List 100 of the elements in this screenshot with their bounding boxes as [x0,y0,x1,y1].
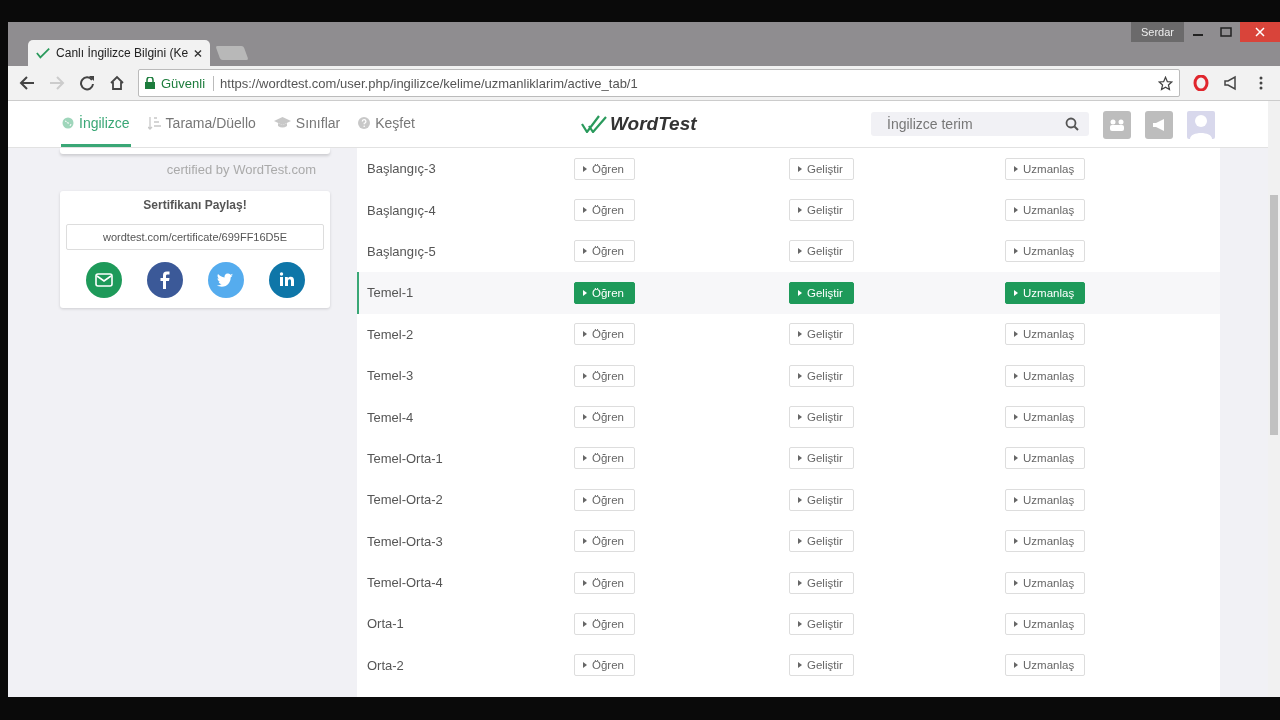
caret-icon [798,662,802,669]
nav-tab[interactable]: Keşfet [357,101,416,147]
level-action-button[interactable]: Geliştir [789,406,854,429]
level-action-button[interactable]: Uzmanlaş [1005,571,1086,594]
level-action-button[interactable]: Öğren [574,613,635,635]
caret-icon [1014,165,1018,172]
security-label: Güvenli [161,75,206,91]
email-share-button[interactable] [85,262,122,298]
level-action-button[interactable]: Öğren [574,281,635,304]
table-row[interactable]: Temel-3 Öğren Geliştir Uzmanlaş [357,354,1220,397]
level-action-button[interactable]: Geliştir [789,323,854,346]
maximize-icon[interactable] [1220,27,1232,37]
level-action-button[interactable]: Uzmanlaş [1005,406,1086,429]
table-row[interactable]: Başlangıç-5 Öğren Geliştir Uzmanlaş [357,230,1220,273]
level-action-button[interactable]: Öğren [574,571,635,594]
level-action-button[interactable]: Uzmanlaş [1005,240,1086,263]
address-bar[interactable]: Güvenli https://wordtest.com/user.php/ingilizce/kelime/uzmanliklarim/active_tab/1 [138,69,1180,97]
close-icon[interactable] [194,48,202,58]
caret-icon [583,331,587,338]
level-name: Başlangıç-4 [366,202,437,218]
level-action-button[interactable]: Öğren [574,157,635,180]
level-action-button[interactable]: Geliştir [789,281,854,304]
certified-text: certified by WordTest.com [166,161,317,177]
search-field[interactable]: İngilizce terim [871,112,1089,136]
table-row[interactable]: Orta-2 Öğren Geliştir Uzmanlaş [357,644,1220,687]
facebook-share-button[interactable] [146,262,183,298]
level-action-button[interactable]: Uzmanlaş [1005,530,1086,553]
level-action-button[interactable]: Uzmanlaş [1005,488,1086,511]
level-action-button[interactable]: Öğren [574,530,635,553]
table-row[interactable]: Temel-Orta-4 Öğren Geliştir Uzmanlaş [357,561,1220,604]
table-row[interactable]: Başlangıç-3 Öğren Geliştir Uzmanlaş [357,148,1220,190]
level-action-button[interactable]: Uzmanlaş [1005,447,1086,470]
level-action-button[interactable]: Geliştir [789,157,854,180]
table-row[interactable]: Temel-Orta-2 Öğren Geliştir Uzmanlaş [357,479,1220,521]
level-action-button[interactable]: Geliştir [789,447,854,470]
certificate-url-field[interactable]: wordtest.com/certificate/699FF16D5E [66,224,324,250]
profile-button[interactable]: Serdar [1130,22,1184,42]
level-action-button[interactable]: Geliştir [789,571,854,594]
level-name: Temel-Orta-2 [366,492,444,508]
level-action-button[interactable]: Geliştir [789,613,854,635]
browser-tab[interactable]: Canlı İngilizce Bilgini (Ke [28,40,210,66]
level-action-button[interactable]: Geliştir [789,240,854,263]
caret-icon [1014,289,1018,296]
scrollbar-thumb[interactable] [1270,195,1278,435]
caret-icon [798,538,802,545]
caret-icon [583,165,587,172]
level-action-button[interactable]: Öğren [574,199,635,222]
table-row[interactable]: Temel-4 Öğren Geliştir Uzmanlaş [357,396,1220,438]
level-action-button[interactable]: Uzmanlaş [1005,281,1086,304]
level-name: Temel-1 [366,285,415,301]
table-row[interactable]: Temel-Orta-1 Öğren Geliştir Uzmanlaş [357,437,1220,480]
megaphone-icon[interactable] [1223,75,1239,91]
caret-icon [1014,455,1018,462]
level-name: Orta-1 [366,616,405,632]
level-action-button[interactable]: Uzmanlaş [1005,654,1086,677]
nav-tab[interactable]: Tarama/Düello [146,101,257,147]
level-action-button[interactable]: Uzmanlaş [1005,157,1086,180]
share-title: Sertifikanı Paylaş! [143,198,247,212]
level-action-button[interactable]: Uzmanlaş [1005,199,1086,222]
level-action-button[interactable]: Uzmanlaş [1005,323,1086,346]
level-action-button[interactable]: Öğren [574,364,635,387]
level-action-button[interactable]: Öğren [574,447,635,470]
star-icon[interactable] [1158,75,1173,91]
caret-icon [583,414,587,421]
table-row[interactable]: Orta-1 Öğren Geliştir Uzmanlaş [357,603,1220,645]
caret-icon [583,662,587,669]
level-action-button[interactable]: Öğren [574,488,635,511]
table-row[interactable]: Temel-1 Öğren Geliştir Uzmanlaş [357,272,1220,314]
home-icon[interactable] [109,75,125,91]
level-action-button[interactable]: Öğren [574,406,635,429]
lock-icon [145,77,155,89]
graduation-cap-icon [273,116,291,129]
twitter-share-button[interactable] [207,262,244,298]
caret-icon [1014,496,1018,503]
level-action-button[interactable]: Geliştir [789,654,854,677]
level-action-button[interactable]: Geliştir [789,199,854,222]
level-action-button[interactable]: Geliştir [789,530,854,553]
caret-icon [798,372,802,379]
extension-icon[interactable] [1193,75,1209,91]
search-icon[interactable] [1065,117,1079,131]
level-action-button[interactable]: Uzmanlaş [1005,613,1086,635]
level-action-button[interactable]: Geliştir [789,364,854,387]
back-arrow-icon[interactable] [19,76,35,90]
table-row[interactable]: Temel-Orta-3 Öğren Geliştir Uzmanlaş [357,520,1220,562]
level-name: Temel-Orta-4 [366,575,444,591]
level-action-button[interactable]: Öğren [574,240,635,263]
level-action-button[interactable]: Uzmanlaş [1005,364,1086,387]
reload-icon[interactable] [79,75,95,91]
table-row[interactable]: Başlangıç-4 Öğren Geliştir Uzmanlaş [357,189,1220,231]
menu-icon[interactable] [1259,76,1263,90]
level-action-button[interactable]: Öğren [574,323,635,346]
logo[interactable]: WordTest [581,101,871,147]
nav-tab[interactable]: Sınıflar [272,101,342,147]
level-action-button[interactable]: Geliştir [789,488,854,511]
level-name: Başlangıç-5 [366,243,437,259]
linkedin-share-button[interactable] [268,262,305,298]
close-icon [1255,27,1265,37]
table-row[interactable]: Temel-2 Öğren Geliştir Uzmanlaş [357,313,1220,355]
scrollbar[interactable] [1268,101,1280,697]
level-action-button[interactable]: Öğren [574,654,635,677]
